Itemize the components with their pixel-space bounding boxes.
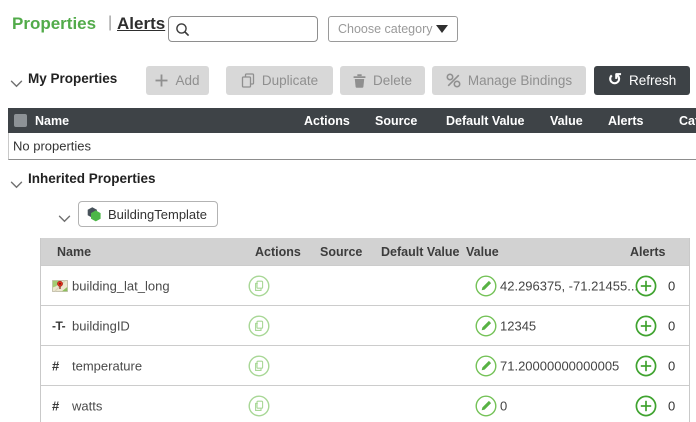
copy-property-button[interactable]: [248, 275, 270, 297]
column-header-default-value[interactable]: Default Value: [381, 245, 460, 259]
plus-icon: [155, 74, 168, 87]
refresh-icon: ↺: [608, 71, 622, 88]
property-value: 12345: [500, 318, 536, 333]
thing-template-icon: [86, 206, 102, 222]
alerts-count: 0: [668, 358, 675, 373]
properties-panel: Properties | Alerts Choose category My P…: [0, 0, 696, 422]
manage-bindings-button-label: Manage Bindings: [468, 73, 572, 88]
inherited-properties-section-title: Inherited Properties: [28, 171, 156, 186]
copy-property-button[interactable]: [248, 395, 270, 417]
template-chip-label: BuildingTemplate: [108, 207, 207, 222]
my-properties-table: Name Actions Source Default Value Value …: [8, 108, 696, 160]
duplicate-icon: [241, 73, 255, 88]
column-header-category[interactable]: Category: [679, 114, 696, 128]
edit-value-button[interactable]: [475, 315, 497, 337]
number-type-icon: #: [52, 398, 59, 413]
my-properties-table-header: Name Actions Source Default Value Value …: [8, 108, 696, 133]
column-header-default-value[interactable]: Default Value: [446, 114, 525, 128]
copy-property-button[interactable]: [248, 315, 270, 337]
empty-table-row: No properties: [8, 133, 696, 160]
column-header-actions[interactable]: Actions: [255, 245, 301, 259]
inherited-properties-collapse-chevron-icon[interactable]: [10, 176, 23, 194]
column-header-source[interactable]: Source: [320, 245, 362, 259]
table-row-temperature: # temperature 71.20000000000005 0: [41, 345, 689, 385]
column-header-alerts[interactable]: Alerts: [608, 114, 643, 128]
property-value: 71.20000000000005: [500, 358, 619, 373]
tab-properties[interactable]: Properties: [12, 14, 96, 34]
add-button[interactable]: Add: [146, 66, 209, 95]
trash-icon: [353, 74, 366, 88]
tab-alerts[interactable]: Alerts: [117, 14, 165, 34]
property-name: buildingID: [72, 318, 130, 333]
refresh-button-label: Refresh: [629, 73, 676, 88]
inherited-properties-table: Name Actions Source Default Value Value …: [40, 238, 690, 422]
refresh-button[interactable]: ↺ Refresh: [594, 66, 690, 95]
building-template-chip[interactable]: BuildingTemplate: [78, 201, 218, 227]
search-input[interactable]: [195, 21, 311, 38]
column-header-alerts[interactable]: Alerts: [630, 245, 665, 259]
delete-button[interactable]: Delete: [340, 66, 425, 95]
template-collapse-chevron-icon[interactable]: [58, 210, 71, 228]
alerts-count: 0: [668, 278, 675, 293]
column-header-name[interactable]: Name: [35, 114, 69, 128]
search-icon: [175, 22, 190, 37]
column-header-value[interactable]: Value: [466, 245, 499, 259]
table-row-buildingid: -T- buildingID 12345 0: [41, 305, 689, 345]
category-dropdown-label: Choose category: [338, 22, 433, 36]
number-type-icon: #: [52, 358, 59, 373]
no-properties-message: No properties: [13, 139, 91, 154]
add-alert-button[interactable]: [635, 395, 657, 417]
duplicate-button-label: Duplicate: [262, 73, 318, 88]
property-name: building_lat_long: [72, 278, 170, 293]
table-row-building-lat-long: building_lat_long 42.296375, -71.21455..…: [41, 265, 689, 305]
string-type-icon: -T-: [52, 319, 65, 333]
property-value: 0: [500, 398, 507, 413]
duplicate-button[interactable]: Duplicate: [226, 66, 333, 95]
chevron-down-icon: [436, 25, 448, 33]
bindings-chain-icon: [446, 73, 461, 88]
copy-property-button[interactable]: [248, 355, 270, 377]
location-type-icon: [52, 278, 68, 294]
inherited-table-header: Name Actions Source Default Value Value …: [41, 238, 689, 265]
delete-button-label: Delete: [373, 73, 412, 88]
category-dropdown[interactable]: Choose category: [328, 16, 458, 42]
property-name: watts: [72, 398, 102, 413]
add-alert-button[interactable]: [635, 355, 657, 377]
my-properties-section-title: My Properties: [28, 71, 117, 86]
column-header-name[interactable]: Name: [57, 245, 91, 259]
table-row-watts: # watts 0 0: [41, 385, 689, 422]
alerts-count: 0: [668, 318, 675, 333]
add-alert-button[interactable]: [635, 315, 657, 337]
column-header-source[interactable]: Source: [375, 114, 417, 128]
select-all-checkbox[interactable]: [14, 114, 27, 127]
property-value: 42.296375, -71.21455...: [500, 278, 638, 293]
column-header-value[interactable]: Value: [550, 114, 583, 128]
alerts-count: 0: [668, 398, 675, 413]
edit-value-button[interactable]: [475, 395, 497, 417]
my-properties-collapse-chevron-icon[interactable]: [10, 75, 23, 93]
add-button-label: Add: [175, 73, 199, 88]
manage-bindings-button[interactable]: Manage Bindings: [432, 66, 586, 95]
edit-value-button[interactable]: [475, 275, 497, 297]
search-box[interactable]: [168, 16, 318, 42]
column-header-actions[interactable]: Actions: [304, 114, 350, 128]
tab-separator: |: [108, 14, 112, 32]
add-alert-button[interactable]: [635, 275, 657, 297]
property-name: temperature: [72, 358, 142, 373]
edit-value-button[interactable]: [475, 355, 497, 377]
